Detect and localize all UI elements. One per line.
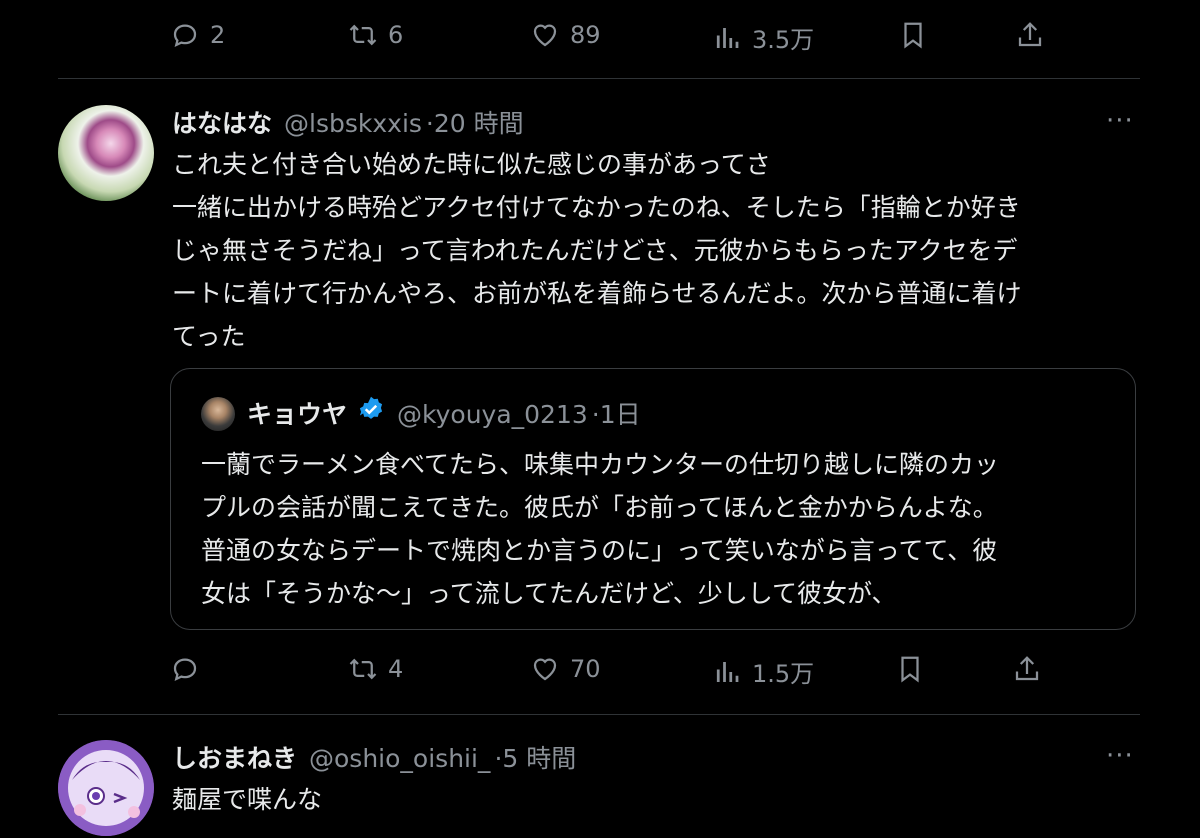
share-button[interactable] bbox=[1012, 654, 1042, 684]
quoted-timestamp[interactable]: ·1日 bbox=[592, 395, 641, 431]
quoted-user-avatar[interactable] bbox=[201, 397, 235, 431]
share-icon bbox=[1015, 656, 1039, 681]
quoted-text-line: 一蘭でラーメン食べてたら、味集中カウンターの仕切り越しに隣のカッ bbox=[201, 450, 1000, 479]
tweet-header: しおまねき @oshio_oishii_ ·5 時間 bbox=[172, 739, 576, 775]
quoted-text-line: プルの会話が聞こえてきた。彼氏が「お前ってほんと金かからんよな。 bbox=[201, 493, 998, 522]
quoted-display-name[interactable]: キョウヤ bbox=[247, 395, 347, 431]
timestamp[interactable]: ·5 時間 bbox=[494, 739, 576, 775]
user-avatar[interactable] bbox=[58, 740, 154, 836]
quoted-text-line: 普通の女ならデートで焼肉とか言うのに」って笑いながら言ってて、彼 bbox=[201, 536, 998, 565]
views-count: 1.5万 bbox=[752, 660, 815, 688]
heart-icon bbox=[533, 658, 557, 681]
display-name[interactable]: しおまねき bbox=[172, 739, 297, 775]
retweet-icon bbox=[349, 658, 377, 680]
tweet-text-line: じゃ無さそうだね」って言われたんだけどさ、元彼からもらったアクセをデ bbox=[172, 236, 1018, 265]
tweet-text-line: ートに着けて行かんやろ、お前が私を着飾らせるんだよ。次から普通に着け bbox=[172, 279, 1022, 308]
tweet-text: 麺屋で喋んな bbox=[172, 785, 323, 814]
views-icon bbox=[716, 661, 739, 682]
reply-button[interactable]: 2 bbox=[170, 20, 225, 50]
reply-count: 2 bbox=[210, 21, 226, 49]
bookmark-icon bbox=[901, 656, 919, 683]
retweet-button[interactable]: 4 bbox=[348, 654, 403, 684]
bookmark-button[interactable] bbox=[898, 20, 928, 50]
quoted-tweet[interactable]: キョウヤ @kyouya_0213 ·1日 一蘭でラーメン食べてたら、味集中カウ… bbox=[170, 368, 1136, 630]
heart-icon bbox=[533, 24, 557, 47]
views-button[interactable]: 3.5万 bbox=[712, 20, 814, 55]
quoted-tweet-text: 一蘭でラーメン食べてたら、味集中カウンターの仕切り越しに隣のカッ プルの会話が聞… bbox=[201, 443, 999, 615]
share-icon bbox=[1018, 22, 1042, 47]
verified-badge-icon bbox=[359, 396, 383, 419]
like-button[interactable]: 89 bbox=[530, 20, 601, 50]
views-count: 3.5万 bbox=[752, 26, 815, 54]
bookmark-button[interactable] bbox=[895, 654, 925, 684]
quoted-tweet-header: キョウヤ @kyouya_0213 ·1日 bbox=[247, 395, 641, 431]
divider bbox=[58, 78, 1140, 79]
retweet-icon bbox=[349, 24, 377, 46]
bookmark-icon bbox=[904, 22, 922, 49]
tweet-text-line: 一緒に出かける時殆どアクセ付けてなかったのね、そしたら「指輪とか好き bbox=[172, 193, 1021, 222]
timestamp[interactable]: ·20 時間 bbox=[426, 104, 524, 140]
views-button[interactable]: 1.5万 bbox=[712, 654, 814, 689]
views-icon bbox=[716, 27, 739, 48]
quoted-user-handle[interactable]: @kyouya_0213 bbox=[397, 400, 588, 429]
reply-icon bbox=[173, 24, 197, 48]
like-count: 70 bbox=[570, 655, 601, 683]
tweet-text: これ夫と付き合い始めた時に似た感じの事があってさ 一緒に出かける時殆どアクセ付け… bbox=[172, 143, 1022, 358]
share-button[interactable] bbox=[1015, 20, 1045, 50]
retweet-button[interactable]: 6 bbox=[348, 20, 403, 50]
tweet-text-line: てった bbox=[172, 322, 246, 351]
user-handle[interactable]: @lsbskxxis bbox=[284, 109, 422, 138]
like-count: 89 bbox=[570, 21, 601, 49]
more-options-icon[interactable]: ··· bbox=[1106, 106, 1134, 136]
user-handle[interactable]: @oshio_oishii_ bbox=[309, 744, 490, 773]
reply-icon bbox=[173, 658, 197, 682]
retweet-count: 6 bbox=[388, 21, 404, 49]
quoted-text-line: 女は「そうかな〜」って流してたんだけど、少しして彼女が、 bbox=[201, 579, 897, 608]
like-button[interactable]: 70 bbox=[530, 654, 601, 684]
divider bbox=[58, 714, 1140, 715]
more-options-icon[interactable]: ··· bbox=[1106, 741, 1134, 771]
reply-button[interactable] bbox=[170, 654, 210, 684]
avatar-illustration bbox=[58, 740, 154, 836]
display-name[interactable]: はなはな bbox=[172, 104, 272, 140]
retweet-count: 4 bbox=[388, 655, 404, 683]
user-avatar[interactable] bbox=[58, 105, 154, 201]
tweet-text-line: これ夫と付き合い始めた時に似た感じの事があってさ bbox=[172, 150, 771, 179]
tweet-header: はなはな @lsbskxxis ·20 時間 bbox=[172, 104, 524, 140]
